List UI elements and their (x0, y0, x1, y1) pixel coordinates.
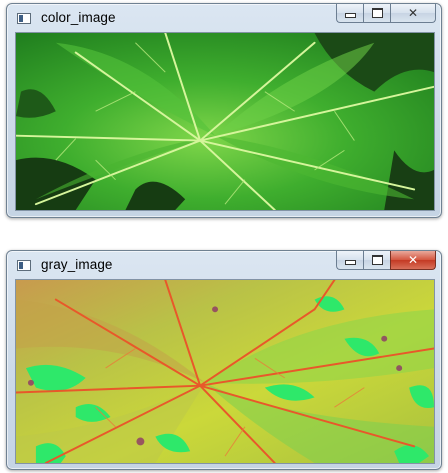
minimize-button[interactable] (336, 251, 363, 270)
close-button[interactable]: ✕ (390, 251, 436, 270)
close-button[interactable]: ✕ (390, 4, 436, 23)
maximize-button[interactable] (363, 4, 390, 23)
minimize-button[interactable] (336, 4, 363, 23)
minimize-icon (344, 13, 356, 18)
maximize-icon (371, 255, 383, 265)
maximize-button[interactable] (363, 251, 390, 270)
app-window-icon[interactable] (17, 13, 31, 24)
close-icon: ✕ (407, 253, 419, 267)
image-canvas (15, 32, 435, 211)
window-title: gray_image (41, 257, 113, 272)
gray-leaf-image (16, 280, 434, 463)
app-window-icon[interactable] (17, 260, 31, 271)
window-controls: ✕ (336, 251, 436, 270)
color-leaf-image (16, 33, 434, 210)
color-image-window: color_image ✕ (6, 3, 442, 218)
window-controls: ✕ (336, 4, 436, 23)
gray-image-window: gray_image ✕ (6, 250, 442, 470)
window-title: color_image (41, 10, 116, 25)
title-bar[interactable]: gray_image ✕ (7, 251, 441, 278)
image-canvas (15, 279, 435, 464)
minimize-icon (344, 260, 356, 265)
close-icon: ✕ (407, 6, 419, 20)
maximize-icon (371, 8, 383, 18)
title-bar[interactable]: color_image ✕ (7, 4, 441, 31)
